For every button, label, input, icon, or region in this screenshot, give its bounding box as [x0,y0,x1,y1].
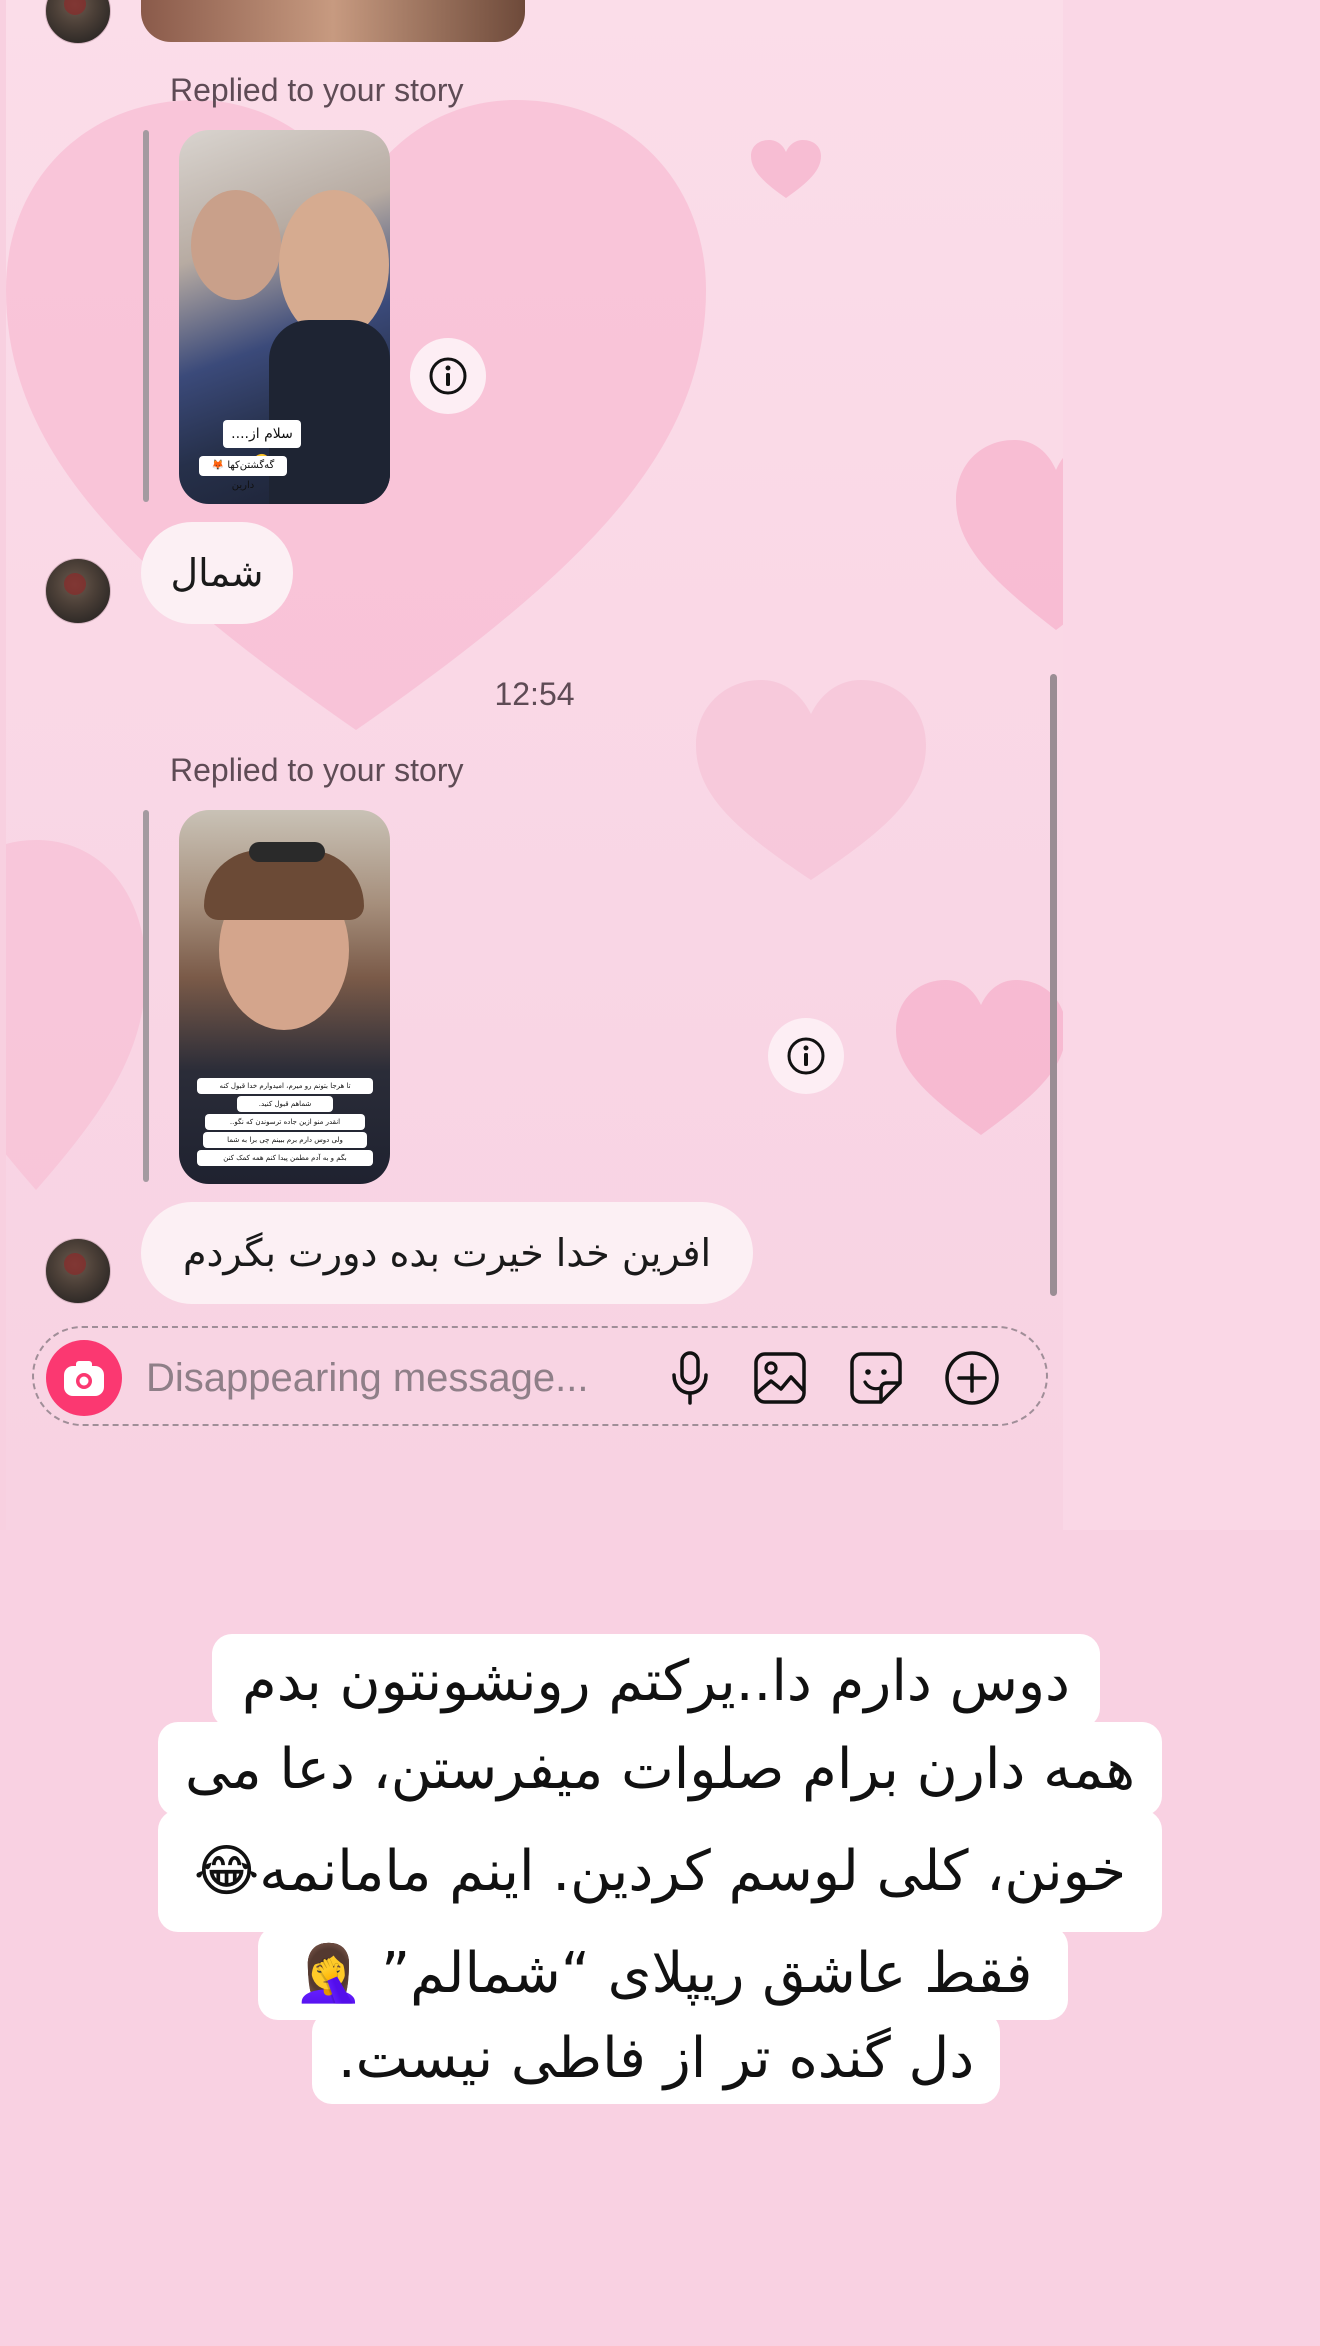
story-person-1 [191,190,281,300]
message-timestamp: 12:54 [494,676,575,712]
story-sunglasses [249,842,325,862]
message-input[interactable] [146,1350,626,1406]
sticker-icon [850,1352,902,1404]
dm-thread-screen: Replied to your story سلام از....🥴 گه‌گش… [6,0,1063,1530]
story-thumbnail[interactable]: تا هرجا بتونم رو میرم، امیدوارم خدا قبول… [179,810,390,1184]
heart-decoration-left [6,840,146,1190]
story-person-2 [279,190,389,340]
message-composer [32,1326,1048,1426]
microphone-icon [672,1351,708,1405]
story-caption-2: گه‌گشتن‌کها 🦊 دارین [199,456,287,491]
story-caption-5: بگم و به آدم مطمن پیدا کنم همه کمک کنن [197,1150,373,1166]
story-reply-label: Replied to your story [170,752,464,788]
heart-decoration-right [956,440,1063,630]
story-caption-1: تا هرجا بتونم رو میرم، امیدوارم خدا قبول… [197,1078,373,1094]
story-info-button[interactable] [410,338,486,414]
overlay-text-line-2: همه دارن برام صلوات میفرستن، دعا می [158,1722,1162,1816]
gallery-icon [754,1352,806,1404]
story-caption-2: شماهم قبول کنید. [237,1096,333,1112]
sender-avatar[interactable] [45,1238,111,1304]
story-info-button[interactable] [768,1018,844,1094]
sender-avatar[interactable] [45,558,111,624]
screen-right-edge [1063,0,1320,1530]
previous-media-message[interactable] [141,0,525,42]
scrollbar[interactable] [1050,674,1057,1296]
overlay-text-line-4: فقط عاشق ریپلای “شمالم” 🤦‍♀️ [258,1926,1068,2020]
more-options-button[interactable] [944,1350,1000,1406]
overlay-text-line-1: دوس دارم دا..یرکتم رونشونتون بدم [212,1634,1100,1728]
story-caption-3: انقدر منو ازین جاده ترسوندن که نگو.. [205,1114,365,1130]
story-thumbnail[interactable]: سلام از....🥴 گه‌گشتن‌کها 🦊 دارین [179,130,390,504]
reply-quote-bar [143,810,149,1182]
story-caption-1: سلام از....🥴 [223,420,301,470]
sticker-button[interactable] [848,1350,904,1406]
story-reply-label: Replied to your story [170,72,464,108]
camera-button[interactable] [46,1340,122,1416]
info-icon [787,1037,825,1075]
heart-decoration-small [751,140,821,198]
reply-quote-bar [143,130,149,502]
overlay-text-line-5: دل گنده تر از فاطی نیست. [312,2012,1000,2104]
overlay-text-line-3: خونن، کلی لوسم کردین. اینم مامانمه😂 [158,1810,1162,1932]
voice-message-button[interactable] [662,1350,718,1406]
sender-avatar[interactable] [45,0,111,44]
story-caption-4: ولی دوس دارم برم ببینم چی برا به شما [203,1132,367,1148]
gallery-button[interactable] [752,1350,808,1406]
plus-icon [945,1351,999,1405]
story-hoodie [269,320,390,504]
heart-decoration-lower-right [896,980,1063,1135]
message-bubble[interactable]: افرین خدا خیرت بده دورت بگردم [141,1202,753,1304]
info-icon [429,357,467,395]
message-bubble[interactable]: شمال [141,522,293,624]
camera-icon [64,1361,104,1396]
